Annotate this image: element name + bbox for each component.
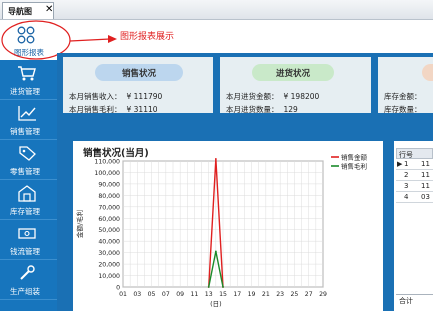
nav-item-purchase[interactable]: 进货管理 [0, 60, 57, 100]
card-line: 本月进货数量： 129 [226, 104, 298, 115]
y-axis-label: 金额/毛利 [75, 210, 84, 238]
cart-icon [18, 66, 36, 81]
stock-summary-card: 库存金额： 库存数量： [378, 57, 433, 113]
row-index: 2 [404, 171, 409, 179]
x-tick-label: 07 [162, 291, 170, 298]
sales-summary-card: 销售状况 本月销售收入： ¥ 111790 本月销售毛利： ¥ 31110 [63, 57, 213, 115]
stock-amount-label: 库存金额： [384, 92, 422, 101]
y-tick-label: 90,000 [98, 181, 120, 188]
card-line: 本月销售毛利： ¥ 31110 [69, 104, 158, 115]
annotation-arrow-icon [70, 35, 117, 43]
wrench-icon [20, 265, 35, 280]
nav-item-sales[interactable]: 销售管理 [0, 100, 57, 140]
stock-qty-label: 库存数量： [384, 105, 422, 113]
x-tick-label: 25 [290, 291, 298, 298]
purchase-summary-card: 进货状况 本月进货金额： ¥ 198200 本月进货数量： 129 [220, 57, 371, 115]
table-row[interactable]: ▶ 1 11 [396, 159, 433, 170]
card-title: 销售状况 [95, 64, 183, 81]
y-tick-label: 60,000 [98, 216, 120, 223]
data-grid: 行号 ▶ 1 11 2 11 3 11 4 03 合计 [394, 141, 433, 311]
sales-profit-label: 本月销售毛利： [69, 105, 122, 114]
warehouse-icon [18, 185, 36, 202]
x-tick-label: 17 [233, 291, 241, 298]
x-tick-label: 15 [219, 291, 227, 298]
x-tick-label: 11 [190, 291, 198, 298]
nav-item-label: 销售管理 [10, 127, 40, 136]
x-tick-label: 05 [148, 291, 156, 298]
x-tick-label: 13 [205, 291, 213, 298]
sales-income-label: 本月销售收入： [69, 92, 122, 101]
row-index: 3 [404, 182, 409, 190]
tab-navigation-map[interactable]: 导航图 ✕ [2, 2, 54, 19]
nav-item-label: 生产组装 [10, 287, 40, 296]
table-row[interactable]: 3 11 [396, 181, 433, 192]
table-header: 行号 [396, 148, 433, 159]
card-title: 进货状况 [252, 64, 334, 81]
x-tick-label: 19 [248, 291, 256, 298]
purchase-qty-value: 129 [283, 105, 298, 114]
y-tick-label: 110,000 [94, 159, 120, 166]
nav-item-inventory[interactable]: 库存管理 [0, 180, 57, 220]
y-tick-label: 50,000 [98, 227, 120, 234]
row-value: 11 [421, 171, 430, 179]
purchase-qty-label: 本月进货数量： [226, 105, 279, 114]
close-icon[interactable]: ✕ [45, 4, 53, 15]
table-row[interactable]: 4 03 [396, 192, 433, 203]
nav-item-retail[interactable]: 零售管理 [0, 140, 57, 180]
x-tick-label: 09 [176, 291, 184, 298]
purchase-amount-label: 本月进货金额： [226, 92, 279, 101]
x-tick-label: 21 [262, 291, 270, 298]
y-tick-label: 80,000 [98, 193, 120, 200]
nav-item-cashflow[interactable]: 钱流管理 [0, 220, 57, 260]
legend-label: 销售毛利 [341, 162, 367, 171]
money-icon [18, 228, 36, 239]
sales-line-chart: 010,00020,00030,00040,00050,00060,00070,… [75, 153, 368, 309]
annotation-text: 图形报表展示 [120, 32, 175, 42]
sales-profit-value: ¥ 31110 [126, 105, 158, 114]
x-axis-label: (日) [210, 300, 222, 308]
nav-item-label: 钱流管理 [10, 247, 40, 256]
sales-chart-panel: 销售状况(当月) 0 10,000 20,000 30,000 40,000 50,000… [73, 141, 383, 311]
card-title [422, 64, 433, 81]
sales-income-value: ¥ 111790 [126, 92, 163, 101]
row-value: 03 [421, 193, 430, 201]
nav-item-label: 进货管理 [10, 87, 40, 96]
row-value: 11 [421, 182, 430, 190]
card-line: 本月进货金额： ¥ 198200 [226, 91, 319, 102]
purchase-amount-value: ¥ 198200 [283, 92, 320, 101]
y-tick-label: 40,000 [98, 239, 120, 246]
trend-icon [18, 106, 36, 121]
y-tick-label: 20,000 [98, 262, 120, 269]
row-index: 1 [404, 160, 409, 168]
y-tick-label: 10,000 [98, 273, 120, 280]
card-line: 本月销售收入： ¥ 111790 [69, 91, 162, 102]
nav-item-production[interactable]: 生产组装 [0, 260, 57, 300]
footer-label: 合计 [399, 297, 413, 305]
x-tick-label: 27 [305, 291, 313, 298]
row-index: 4 [404, 193, 409, 201]
legend-label: 销售金额 [341, 153, 368, 162]
x-tick-label: 29 [319, 291, 327, 298]
x-tick-label: 03 [133, 291, 141, 298]
x-tick-label: 23 [276, 291, 284, 298]
y-tick-label: 70,000 [98, 204, 120, 211]
data-point [214, 158, 217, 160]
data-point [222, 286, 224, 288]
nav-item-label: 库存管理 [10, 207, 40, 216]
left-nav: 图形报表 进货管理 销售管理 零售管理 库存管理 钱流管理 生产组装 [0, 20, 57, 311]
x-tick-label: 01 [119, 291, 127, 298]
row-marker: ▶ [397, 160, 403, 168]
tab-label: 导航图 [8, 7, 32, 16]
y-tick-label: 30,000 [98, 250, 120, 257]
tab-bar: 导航图 ✕ [0, 0, 433, 20]
table-row[interactable]: 2 11 [396, 170, 433, 181]
row-value: 11 [421, 160, 430, 168]
y-tick-label: 100,000 [94, 170, 120, 177]
data-point [207, 286, 210, 288]
tag-icon [19, 146, 36, 161]
table-footer: 合计 [396, 294, 433, 307]
data-point [214, 250, 217, 253]
nav-item-label: 零售管理 [10, 167, 40, 176]
